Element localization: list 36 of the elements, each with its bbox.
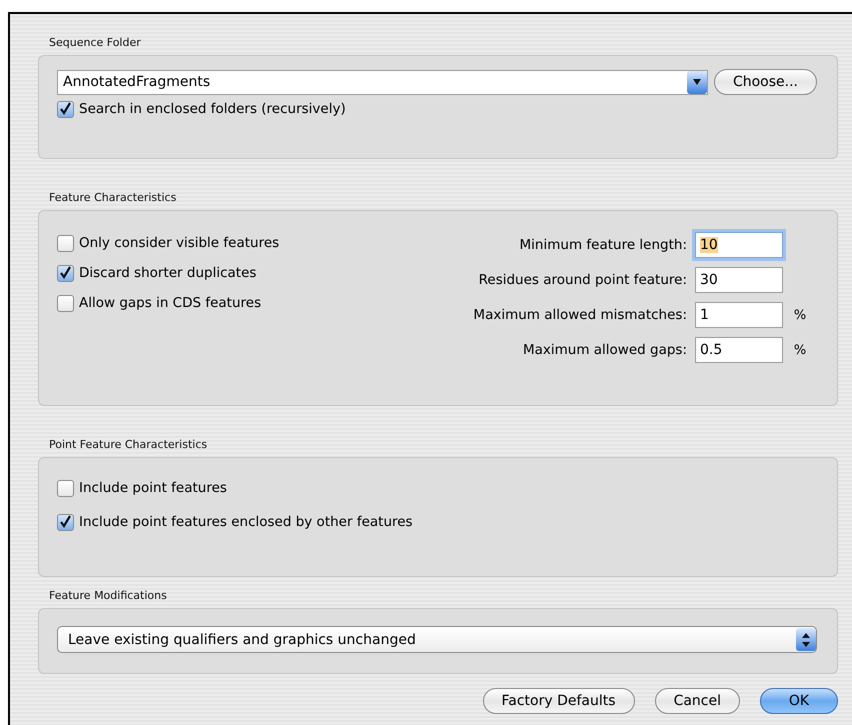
section-title: Point Feature Characteristics [49,438,208,451]
checkmark-icon [59,102,72,116]
dialog-button[interactable]: Factory Defaults [482,688,635,714]
checkmark-icon [59,266,72,280]
checkbox[interactable] [57,264,74,282]
checkbox-label: Search in enclosed folders (recursively) [79,101,346,117]
checkbox[interactable] [57,100,74,118]
checkbox-label: Discard shorter duplicates [79,265,256,281]
checkmark-icon [59,515,72,529]
input-field[interactable]: 10 [695,232,783,258]
input-field[interactable]: 30 [695,267,783,293]
checkbox[interactable] [57,514,74,530]
dialog-button[interactable]: Cancel [654,688,740,714]
checkbox-label: Only consider visible features [79,235,280,251]
choose-button[interactable]: Choose... [714,69,817,95]
dialog-button[interactable]: OK [760,688,838,714]
folder-combo-box[interactable]: AnnotatedFragments [57,70,708,94]
unit-label: % [792,342,808,358]
field-label: Maximum allowed mismatches: [473,307,688,323]
checkbox-label: Allow gaps in CDS features [79,295,262,311]
checkbox[interactable] [57,294,74,312]
checkbox[interactable] [57,480,74,496]
stepper-arrows-icon [796,628,816,651]
unit-label: % [792,308,808,322]
field-label: Maximum allowed gaps: [522,342,688,358]
input-field[interactable]: 1 [695,302,783,328]
section-title: Feature Characteristics [49,191,178,204]
checkbox-label: Include point features [79,480,227,496]
field-label: Minimum feature length: [520,237,688,253]
input-field[interactable]: 0.5 [695,337,783,363]
section-title: Feature Modifications [49,589,168,602]
field-label: Residues around point feature: [478,272,688,288]
checkbox-label: Include point features enclosed by other features [79,514,413,530]
section-title: Sequence Folder [49,36,142,49]
checkbox[interactable] [57,234,74,252]
popup-menu[interactable]: Leave existing qualifiers and graphics unchanged [57,626,817,653]
